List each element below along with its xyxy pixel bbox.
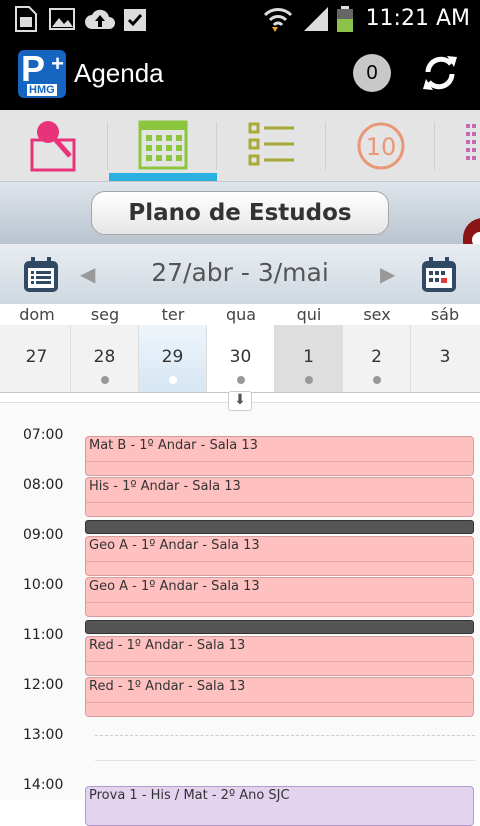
event-label: Geo A - 1º Andar - Sala 13 bbox=[89, 579, 260, 594]
dayname-sex: sex bbox=[363, 305, 391, 324]
signal-icon bbox=[304, 7, 328, 31]
event-dot bbox=[169, 376, 177, 384]
calendar-list-icon[interactable] bbox=[22, 256, 60, 294]
checklist-icon bbox=[248, 122, 294, 166]
day-number: 3 bbox=[439, 347, 451, 367]
next-week-arrow[interactable]: ▶ bbox=[380, 262, 395, 286]
event-divider bbox=[86, 502, 473, 503]
day-number: 29 bbox=[161, 347, 184, 367]
image-icon bbox=[49, 8, 75, 30]
pushpin-icon bbox=[30, 121, 76, 172]
expand-arrow-button[interactable]: ⬇ bbox=[228, 391, 252, 411]
week-navigation: ◀ 27/abr - 3/mai ▶ bbox=[0, 244, 480, 304]
event-dot bbox=[305, 376, 313, 384]
event-label: His - 1º Andar - Sala 13 bbox=[89, 479, 241, 494]
day-cell-1[interactable]: 1 bbox=[275, 325, 343, 392]
event-block[interactable]: Geo A - 1º Andar - Sala 13 bbox=[85, 536, 474, 576]
app-logo: P + HMG bbox=[18, 48, 66, 98]
day-names-row: dom seg ter qua qui sex sáb bbox=[0, 304, 480, 326]
dayname-qui: qui bbox=[296, 305, 322, 324]
event-block[interactable]: Geo A - 1º Andar - Sala 13 bbox=[85, 577, 474, 617]
break-bar bbox=[85, 620, 474, 634]
tab-bar: 10 bbox=[0, 110, 480, 182]
prev-week-arrow[interactable]: ◀ bbox=[80, 262, 95, 286]
title-band: Plano de Estudos bbox=[0, 182, 480, 262]
action-bar: P + HMG Agenda 0 bbox=[0, 38, 480, 110]
exam-event-block[interactable]: Prova 1 - His / Mat - 2º Ano SJC bbox=[85, 786, 474, 826]
day-cells-row: 27 28 29 30 1 2 3 bbox=[0, 325, 480, 393]
dayname-ter: ter bbox=[161, 305, 185, 324]
event-label: Geo A - 1º Andar - Sala 13 bbox=[89, 538, 260, 553]
event-block[interactable]: Red - 1º Andar - Sala 13 bbox=[85, 677, 474, 717]
tab-grid[interactable] bbox=[436, 110, 480, 182]
event-label: Mat B - 1º Andar - Sala 13 bbox=[89, 438, 258, 453]
battery-icon bbox=[337, 6, 353, 32]
tab-calendar[interactable] bbox=[109, 110, 217, 182]
logo-plus-icon: + bbox=[51, 51, 64, 76]
hour-label: 07:00 bbox=[23, 427, 64, 443]
status-bar: 11:21 AM bbox=[0, 0, 480, 38]
day-cell-27[interactable]: 27 bbox=[3, 325, 71, 392]
hour-label: 11:00 bbox=[23, 627, 64, 643]
event-divider bbox=[86, 702, 473, 703]
dayname-seg: seg bbox=[90, 305, 120, 324]
event-block[interactable]: Mat B - 1º Andar - Sala 13 bbox=[85, 436, 474, 476]
sim-card-icon bbox=[15, 6, 37, 32]
app-title: Agenda bbox=[74, 58, 164, 88]
day-number: 27 bbox=[25, 347, 48, 367]
dayname-dom: dom bbox=[19, 305, 55, 324]
day-cell-3[interactable]: 3 bbox=[411, 325, 479, 392]
event-label: Prova 1 - His / Mat - 2º Ano SJC bbox=[89, 788, 290, 803]
hour-label: 10:00 bbox=[23, 577, 64, 593]
wifi-icon bbox=[263, 8, 293, 32]
plan-de-estudos-button[interactable]: Plano de Estudos bbox=[91, 191, 389, 235]
hour-line bbox=[95, 760, 475, 761]
hour-label: 12:00 bbox=[23, 677, 64, 693]
cloud-upload-icon bbox=[85, 9, 115, 29]
grid-icon bbox=[466, 124, 476, 160]
hour-label: 14:00 bbox=[23, 777, 64, 793]
sync-icon[interactable] bbox=[420, 52, 460, 94]
clipboard-check-icon bbox=[124, 9, 146, 31]
event-block[interactable]: His - 1º Andar - Sala 13 bbox=[85, 477, 474, 517]
event-dot bbox=[373, 376, 381, 384]
day-cell-2[interactable]: 2 bbox=[343, 325, 411, 392]
day-number: 2 bbox=[371, 347, 382, 367]
logo-text: HMG bbox=[27, 84, 57, 96]
hour-label: 09:00 bbox=[23, 527, 64, 543]
day-cell-29[interactable]: 29 bbox=[139, 325, 207, 392]
svg-text:10: 10 bbox=[366, 133, 397, 161]
event-divider bbox=[86, 461, 473, 462]
day-number: 30 bbox=[229, 347, 252, 367]
dayname-sab: sáb bbox=[430, 305, 460, 324]
status-time: 11:21 AM bbox=[365, 6, 470, 31]
week-range: 27/abr - 3/mai bbox=[151, 258, 329, 287]
event-dot bbox=[101, 376, 109, 384]
tab-pin[interactable] bbox=[0, 110, 108, 182]
event-label: Red - 1º Andar - Sala 13 bbox=[89, 638, 246, 653]
tab-checklist[interactable] bbox=[218, 110, 326, 182]
hour-label: 13:00 bbox=[23, 727, 64, 743]
tab-ten[interactable]: 10 bbox=[327, 110, 435, 182]
event-divider bbox=[86, 561, 473, 562]
dayname-qua: qua bbox=[225, 305, 257, 324]
day-cell-30[interactable]: 30 bbox=[207, 325, 275, 392]
day-cell-28[interactable]: 28 bbox=[71, 325, 139, 392]
event-block[interactable]: Red - 1º Andar - Sala 13 bbox=[85, 636, 474, 676]
active-tab-indicator bbox=[109, 173, 217, 181]
schedule-view[interactable]: 07:00 08:00 09:00 10:00 11:00 12:00 13:0… bbox=[0, 402, 480, 826]
event-dot bbox=[237, 376, 245, 384]
half-hour-line bbox=[95, 735, 475, 736]
event-divider bbox=[86, 661, 473, 662]
event-divider bbox=[86, 602, 473, 603]
day-number: 28 bbox=[93, 347, 116, 367]
ten-circle-icon: 10 bbox=[357, 122, 405, 170]
day-number: 1 bbox=[303, 347, 314, 367]
event-label: Red - 1º Andar - Sala 13 bbox=[89, 679, 246, 694]
hour-label: 08:00 bbox=[23, 477, 64, 493]
calendar-grid-icon bbox=[138, 120, 188, 170]
break-bar bbox=[85, 520, 474, 534]
notification-badge[interactable]: 0 bbox=[353, 54, 391, 92]
calendar-today-icon[interactable] bbox=[420, 256, 458, 294]
